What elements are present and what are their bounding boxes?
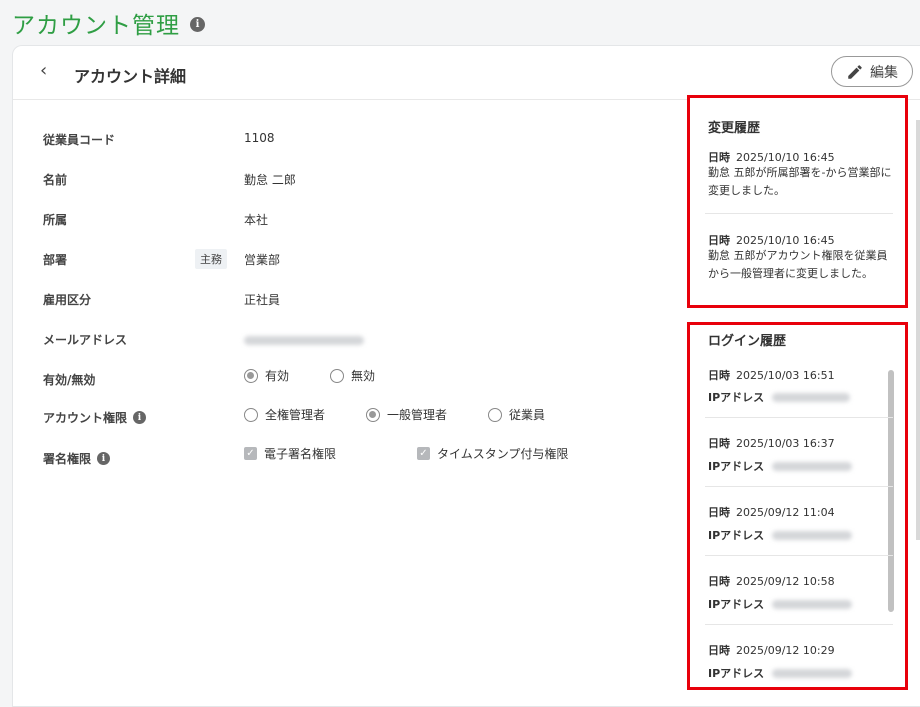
radio-enabled[interactable]: 有効: [244, 367, 289, 384]
signature-permission-label: 署名権限 i: [43, 450, 111, 467]
employment-type-label: 雇用区分: [43, 293, 92, 307]
checkbox-timestamp[interactable]: ✓ タイムスタンプ付与権限: [417, 445, 568, 462]
login-entry-4-label: 日時: [708, 575, 730, 588]
employment-type-value: 正社員: [244, 293, 281, 307]
login-history-panel: ログイン履歴 日時 2025/10/03 16:51 IPアドレス 日時 2025/…: [687, 322, 908, 690]
radio-disabled[interactable]: 無効: [330, 367, 375, 384]
change-history-title: 変更履歴: [708, 121, 761, 136]
radio-employee[interactable]: 従業員: [488, 406, 545, 423]
department-value: 営業部: [244, 253, 281, 267]
login-entry-5-datetime: 2025/09/12 10:29: [736, 644, 835, 657]
divider: [705, 213, 893, 214]
affiliation-label: 所属: [43, 213, 68, 227]
divider: [705, 417, 893, 418]
login-entry-5-ip: IPアドレス: [708, 665, 853, 681]
info-icon[interactable]: i: [97, 452, 111, 465]
change-entry-2-text: 勤怠 五郎がアカウント権限を従業員から一般管理者に変更しました。: [708, 249, 888, 280]
affiliation-value: 本社: [244, 213, 269, 227]
ip-label: IPアドレス: [708, 598, 765, 611]
page-header: アカウント管理 i: [12, 6, 205, 40]
radio-enabled-control[interactable]: [244, 368, 258, 383]
page-title: アカウント管理: [12, 13, 180, 39]
login-entry-3-label: 日時: [708, 506, 730, 519]
page-scrollbar[interactable]: [916, 120, 920, 540]
login-entry-1-time: 日時 2025/10/03 16:51: [708, 367, 835, 383]
login-entry-1-ip: IPアドレス: [708, 389, 851, 405]
login-entry-5-time: 日時 2025/09/12 10:29: [708, 642, 835, 658]
checkbox-timestamp-label: タイムスタンプ付与権限: [437, 447, 569, 461]
department-label: 部署: [43, 253, 68, 267]
login-entry-3-time: 日時 2025/09/12 11:04: [708, 504, 835, 520]
pencil-icon: [848, 64, 862, 79]
name-label: 名前: [43, 173, 68, 187]
info-icon[interactable]: i: [190, 16, 205, 32]
radio-employee-label: 従業員: [509, 408, 546, 422]
divider: [705, 555, 893, 556]
radio-employee-control[interactable]: [488, 407, 502, 422]
ip-label: IPアドレス: [708, 667, 765, 680]
edit-button[interactable]: 編集: [831, 56, 913, 87]
account-permission-label-text: アカウント権限: [43, 411, 128, 425]
login-entry-1-datetime: 2025/10/03 16:51: [736, 369, 835, 382]
email-value-redacted: [244, 334, 364, 348]
ip-label: IPアドレス: [708, 529, 765, 542]
department-primary-tag: 主務: [195, 249, 227, 269]
account-permission-label: アカウント権限 i: [43, 409, 147, 426]
check-icon[interactable]: ✓: [244, 447, 257, 460]
login-entry-4-datetime: 2025/09/12 10:58: [736, 575, 835, 588]
name-value: 勤怠 二郎: [244, 173, 296, 187]
info-icon[interactable]: i: [133, 411, 147, 424]
radio-enabled-label: 有効: [265, 369, 290, 383]
ip-label: IPアドレス: [708, 391, 765, 404]
login-history-title: ログイン履歴: [708, 334, 787, 349]
radio-full-admin-label: 全権管理者: [265, 408, 326, 422]
change-entry-1-time: 日時 2025/10/10 16:45: [708, 149, 835, 165]
chevron-left-icon[interactable]: ‹: [40, 60, 47, 81]
change-entry-2-datetime: 2025/10/10 16:45: [736, 234, 835, 247]
enabled-label: 有効/無効: [43, 373, 96, 387]
change-entry-1-text: 勤怠 五郎が所属部署を-から営業部に変更しました。: [708, 166, 892, 197]
login-entry-4-ip: IPアドレス: [708, 596, 853, 612]
radio-full-admin-control[interactable]: [244, 407, 258, 422]
ip-label: IPアドレス: [708, 460, 765, 473]
divider: [705, 486, 893, 487]
login-history-scrollbar[interactable]: [888, 370, 894, 612]
radio-disabled-label: 無効: [351, 369, 376, 383]
change-entry-1-datetime: 2025/10/10 16:45: [736, 151, 835, 164]
login-entry-1-label: 日時: [708, 369, 730, 382]
change-entry-2-time: 日時 2025/10/10 16:45: [708, 232, 835, 248]
employee-code-value: 1108: [244, 131, 275, 145]
card-title: アカウント詳細: [74, 67, 187, 86]
change-history-panel: 変更履歴 日時 2025/10/10 16:45 勤怠 五郎が所属部署を-から営業…: [687, 95, 908, 308]
card-header: ‹ アカウント詳細 編集: [13, 46, 920, 100]
login-entry-2-time: 日時 2025/10/03 16:37: [708, 435, 835, 451]
change-entry-2-label: 日時: [708, 234, 730, 247]
checkbox-e-signature[interactable]: ✓ 電子署名権限: [244, 445, 336, 462]
radio-general-admin-label: 一般管理者: [387, 408, 448, 422]
login-entry-3-datetime: 2025/09/12 11:04: [736, 506, 835, 519]
login-entry-3-ip: IPアドレス: [708, 527, 853, 543]
edit-button-label: 編集: [870, 64, 898, 81]
login-entry-5-label: 日時: [708, 644, 730, 657]
employee-code-label: 従業員コード: [43, 133, 116, 147]
login-entry-4-time: 日時 2025/09/12 10:58: [708, 573, 835, 589]
login-entry-2-datetime: 2025/10/03 16:37: [736, 437, 835, 450]
radio-full-admin[interactable]: 全権管理者: [244, 406, 325, 423]
radio-disabled-control[interactable]: [330, 368, 344, 383]
login-entry-2-label: 日時: [708, 437, 730, 450]
change-entry-1-label: 日時: [708, 151, 730, 164]
radio-general-admin[interactable]: 一般管理者: [366, 406, 447, 423]
signature-permission-label-text: 署名権限: [43, 452, 92, 466]
checkbox-e-signature-label: 電子署名権限: [264, 447, 337, 461]
divider: [705, 624, 893, 625]
login-entry-2-ip: IPアドレス: [708, 458, 853, 474]
radio-general-admin-control[interactable]: [366, 407, 380, 422]
email-label: メールアドレス: [43, 333, 128, 347]
check-icon[interactable]: ✓: [417, 447, 430, 460]
